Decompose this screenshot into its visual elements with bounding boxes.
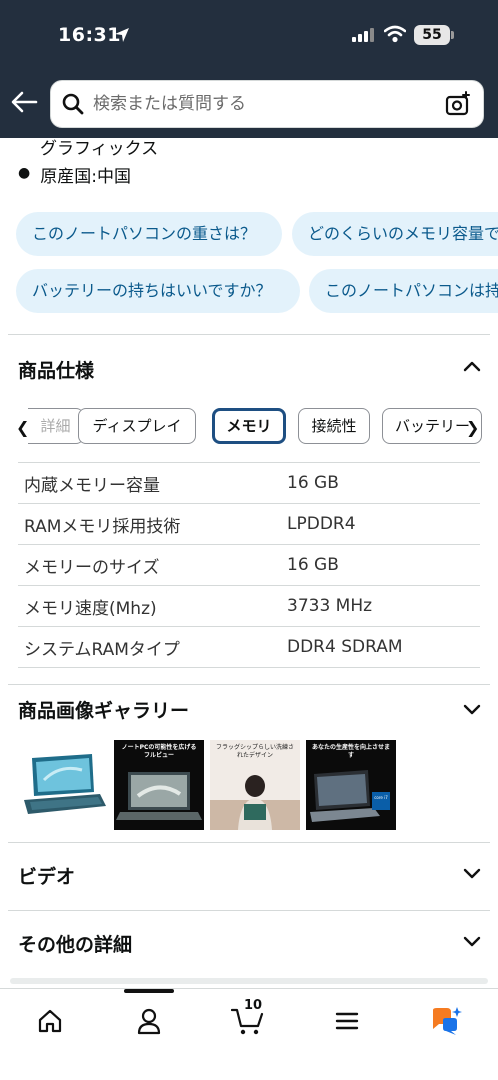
home-icon[interactable]: [30, 1001, 70, 1041]
bullet-dot-icon: ●: [18, 165, 31, 181]
battery-indicator: 55: [414, 25, 454, 45]
divider: [8, 334, 490, 335]
spec-value: DDR4 SDRAM: [281, 626, 480, 668]
chevron-up-icon[interactable]: [462, 358, 482, 377]
intel-badge: core i7: [372, 792, 390, 810]
spec-value: 16 GB: [281, 462, 480, 504]
table-row: メモリ速度(Mhz) 3733 MHz: [18, 585, 480, 627]
search-bar[interactable]: [50, 80, 484, 128]
spec-key: 内蔵メモリー容量: [18, 462, 281, 504]
spec-value: 3733 MHz: [281, 585, 480, 627]
search-icon: [61, 92, 85, 120]
question-chip[interactable]: バッテリーの持ちはいいですか？: [16, 269, 300, 313]
cart-count-badge: 10: [244, 998, 263, 1013]
spec-table: 内蔵メモリー容量 16 GB RAMメモリ採用技術 LPDDR4 メモリーのサイ…: [18, 462, 480, 668]
gallery-thumbnail[interactable]: あなたの生産性を向上させます core i7: [306, 740, 396, 830]
laptop-image: [116, 772, 202, 820]
gallery-thumbnail[interactable]: ノートPCの可能性を広げるフルビュー: [114, 740, 204, 830]
table-row: メモリーのサイズ 16 GB: [18, 544, 480, 586]
chevron-right-icon[interactable]: ❯: [466, 418, 479, 437]
camera-search-icon[interactable]: [445, 91, 471, 121]
spec-tabs: ❮ 詳細 ディスプレイ メモリ 接続性 バッテリー ❯: [16, 406, 482, 448]
divider: [8, 842, 490, 843]
person-with-laptop-image: [210, 775, 300, 830]
details-bullet-text: 原産国:中国: [40, 167, 131, 187]
tab-memory[interactable]: メモリ: [212, 408, 286, 444]
spec-key: メモリーのサイズ: [18, 544, 281, 586]
video-title[interactable]: ビデオ: [18, 862, 75, 889]
account-icon[interactable]: [129, 1001, 169, 1041]
thumbnail-caption: あなたの生産性を向上させます: [312, 744, 391, 759]
status-bar: 16:31 55: [0, 22, 498, 52]
tab-connectivity[interactable]: 接続性: [298, 408, 370, 444]
active-tab-indicator: [124, 989, 174, 993]
thumbnail-caption: ノートPCの可能性を広げるフルビュー: [121, 744, 197, 759]
spec-value: 16 GB: [281, 544, 480, 586]
search-input[interactable]: [93, 89, 433, 119]
gallery-thumbnail[interactable]: フラッグシップらしい洗練されたデザイン: [210, 740, 300, 830]
gallery-title[interactable]: 商品画像ギャラリー: [18, 696, 189, 723]
details-bullet-continuation: グラフィックス: [40, 139, 159, 159]
location-arrow-icon: [114, 27, 130, 47]
laptop-image: [20, 740, 110, 830]
rufus-assistant-icon[interactable]: [426, 1001, 466, 1041]
back-button[interactable]: [10, 90, 40, 118]
divider: [8, 910, 490, 911]
wifi-icon: [383, 25, 407, 47]
tab-display[interactable]: ディスプレイ: [78, 408, 196, 444]
table-row: RAMメモリ採用技術 LPDDR4: [18, 503, 480, 545]
other-details-title[interactable]: その他の詳細: [18, 930, 132, 957]
spec-key: メモリ速度(Mhz): [18, 585, 281, 627]
spec-key: RAMメモリ採用技術: [18, 503, 281, 545]
chevron-down-icon[interactable]: [462, 934, 482, 953]
chevron-down-icon[interactable]: [462, 866, 482, 885]
question-chip[interactable]: どのくらいのメモリ容量で: [292, 212, 498, 256]
tab-details[interactable]: 詳細: [28, 408, 84, 444]
gallery-thumbnail[interactable]: [20, 740, 110, 830]
table-row: システムRAMタイプ DDR4 SDRAM: [18, 626, 480, 668]
spec-value: LPDDR4: [281, 503, 480, 545]
spec-key: システムRAMタイプ: [18, 626, 281, 668]
status-time: 16:31: [58, 24, 121, 46]
cellular-signal-icon: [352, 28, 374, 42]
question-chip[interactable]: このノートパソコンは持: [309, 269, 498, 313]
thumbnail-caption: フラッグシップらしい洗練されたデザイン: [216, 744, 295, 759]
menu-icon[interactable]: [327, 1001, 367, 1041]
top-bar: 16:31 55: [0, 0, 498, 138]
question-chip[interactable]: このノートパソコンの重さは？: [16, 212, 282, 256]
specs-title[interactable]: 商品仕様: [18, 356, 94, 383]
scroll-edge: [10, 978, 488, 984]
table-row: 内蔵メモリー容量 16 GB: [18, 462, 480, 504]
details-bullet: ● 原産国:中国: [18, 162, 131, 187]
divider: [8, 684, 490, 685]
chevron-down-icon[interactable]: [462, 702, 482, 721]
